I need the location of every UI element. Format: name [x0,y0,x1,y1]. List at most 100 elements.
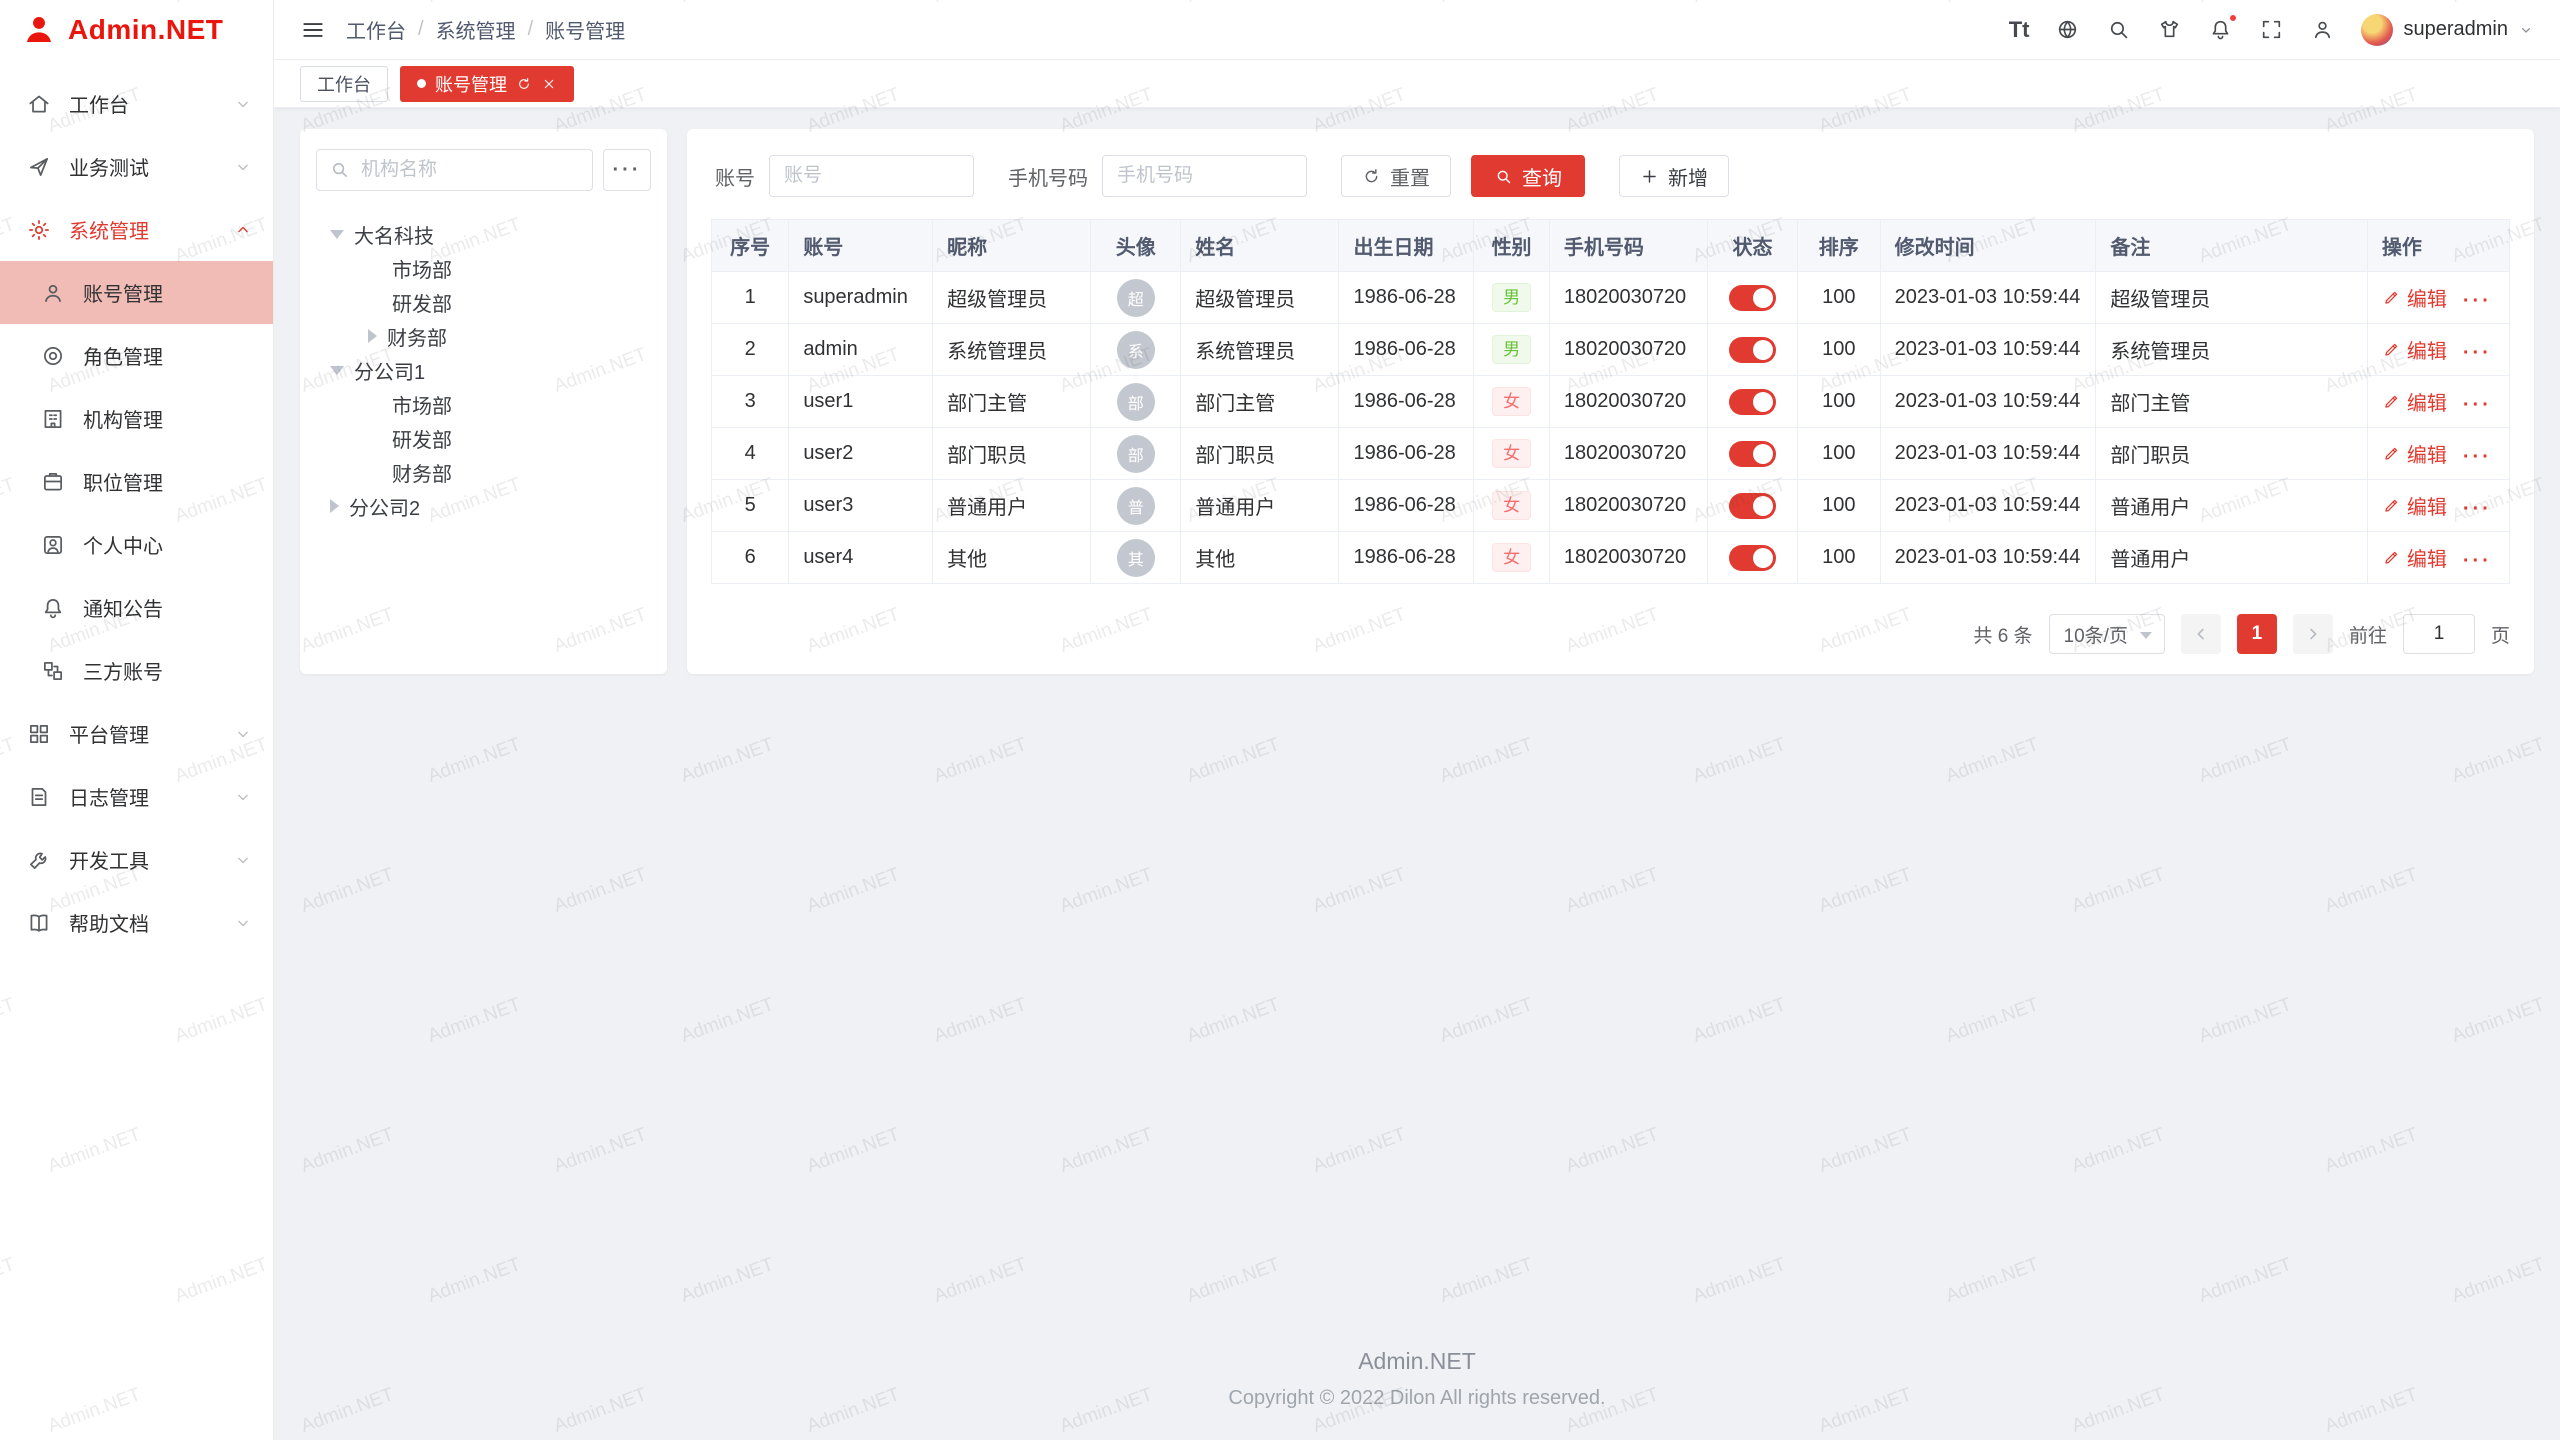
edit-button[interactable]: 编辑 [2382,283,2447,312]
sidebar-item-通知公告[interactable]: 通知公告 [0,576,273,639]
notification-icon[interactable] [2208,17,2233,42]
edit-button[interactable]: 编辑 [2382,439,2447,468]
edit-button[interactable]: 编辑 [2382,335,2447,364]
gender-tag: 女 [1492,439,1531,468]
status-toggle[interactable] [1729,285,1776,311]
column-header-账号: 账号 [789,220,933,272]
status-toggle[interactable] [1729,493,1776,519]
fullscreen-icon[interactable] [2259,17,2284,42]
tree-node-市场部[interactable]: 市场部 [316,387,651,421]
goto-page-input[interactable] [2403,614,2475,654]
cell-modified: 2023-01-03 10:59:44 [1880,272,2096,324]
sidebar-item-三方账号[interactable]: 三方账号 [0,639,273,702]
chevron-down-icon [233,724,253,744]
status-toggle[interactable] [1729,545,1776,571]
search-icon [1494,167,1513,186]
accounts-panel: 账号 手机号码 重置 查询 新增 [687,129,2534,674]
cell-avatar: 普 [1091,480,1181,532]
sidebar-item-帮助文档[interactable]: 帮助文档 [0,891,273,954]
sidebar-item-开发工具[interactable]: 开发工具 [0,828,273,891]
tree-caret-down[interactable] [330,366,344,375]
breadcrumb-item[interactable]: 账号管理 [545,15,625,44]
tags-bar: 工作台账号管理 [274,60,2560,108]
more-actions-button[interactable]: ··· [2463,498,2492,520]
cell-operations: 编辑 ··· [2367,532,2509,584]
org-search-input[interactable] [316,149,593,191]
status-toggle[interactable] [1729,389,1776,415]
status-toggle[interactable] [1729,441,1776,467]
sidebar-item-工作台[interactable]: 工作台 [0,72,273,135]
tree-node-财务部[interactable]: 财务部 [316,319,651,353]
tree-caret-right[interactable] [368,329,377,343]
current-page[interactable]: 1 [2237,614,2277,654]
sidebar-item-账号管理[interactable]: 账号管理 [0,261,273,324]
reset-button[interactable]: 重置 [1341,155,1451,197]
cell-modified: 2023-01-03 10:59:44 [1880,324,2096,376]
sidebar-item-角色管理[interactable]: 角色管理 [0,324,273,387]
tree-node-研发部[interactable]: 研发部 [316,285,651,319]
cell-phone: 18020030720 [1549,532,1707,584]
phone-filter-input[interactable] [1102,155,1307,197]
close-icon[interactable] [541,76,557,92]
sidebar-item-个人中心[interactable]: 个人中心 [0,513,273,576]
more-actions-button[interactable]: ··· [2463,342,2492,364]
edit-button[interactable]: 编辑 [2382,491,2447,520]
tree-node-财务部[interactable]: 财务部 [316,455,651,489]
tree-node-分公司1[interactable]: 分公司1 [316,353,651,387]
font-size-icon[interactable]: Tt [2009,19,2030,41]
cell-gender: 女 [1474,428,1550,480]
edit-button[interactable]: 编辑 [2382,543,2447,572]
breadcrumb-separator: / [528,18,534,41]
cell-sort: 100 [1797,428,1880,480]
user-menu[interactable]: superadmin [2361,14,2534,46]
username: superadmin [2403,18,2508,41]
sidebar-item-平台管理[interactable]: 平台管理 [0,702,273,765]
more-actions-button[interactable]: ··· [2463,550,2492,572]
sidebar-item-日志管理[interactable]: 日志管理 [0,765,273,828]
cell-nickname: 系统管理员 [933,324,1091,376]
page-size-select[interactable]: 10条/页 [2049,614,2165,654]
column-header-备注: 备注 [2096,220,2367,272]
more-actions-button[interactable]: ··· [2463,290,2492,312]
tab-工作台[interactable]: 工作台 [300,66,388,102]
breadcrumb-item[interactable]: 系统管理 [436,15,516,44]
filter-row: 账号 手机号码 重置 查询 新增 [711,149,2510,219]
search-button[interactable]: 查询 [1471,155,1585,197]
tree-node-研发部[interactable]: 研发部 [316,421,651,455]
sidebar-item-业务测试[interactable]: 业务测试 [0,135,273,198]
tab-账号管理[interactable]: 账号管理 [400,66,574,102]
column-header-序号: 序号 [712,220,789,272]
status-toggle[interactable] [1729,337,1776,363]
table-row: 1superadmin超级管理员超超级管理员1986-06-28男1802003… [712,272,2510,324]
chevron-down-icon [2518,22,2534,38]
sidebar-item-机构管理[interactable]: 机构管理 [0,387,273,450]
hamburger-icon[interactable] [300,17,326,43]
more-actions-button[interactable]: ··· [2463,446,2492,468]
refresh-icon[interactable] [516,76,532,92]
next-page-button[interactable] [2293,614,2333,654]
prev-page-button[interactable] [2181,614,2221,654]
sidebar-item-系统管理[interactable]: 系统管理 [0,198,273,261]
theme-icon[interactable] [2157,17,2182,42]
language-icon[interactable] [2055,17,2080,42]
edit-button[interactable]: 编辑 [2382,387,2447,416]
tree-node-分公司2[interactable]: 分公司2 [316,489,651,523]
add-button[interactable]: 新增 [1619,155,1729,197]
tree-caret-down[interactable] [330,230,344,239]
column-header-状态: 状态 [1708,220,1798,272]
cell-name: 部门职员 [1181,428,1339,480]
tree-caret-right[interactable] [330,499,339,513]
tree-more-button[interactable]: ··· [603,149,651,191]
header-icon-group: Tt [2009,17,2336,42]
tree-node-大名科技[interactable]: 大名科技 [316,217,651,251]
sidebar-item-职位管理[interactable]: 职位管理 [0,450,273,513]
person-icon[interactable] [2310,17,2335,42]
account-filter-input[interactable] [769,155,974,197]
breadcrumb-item[interactable]: 工作台 [346,15,406,44]
cell-name: 系统管理员 [1181,324,1339,376]
cell-operations: 编辑 ··· [2367,272,2509,324]
tree-node-市场部[interactable]: 市场部 [316,251,651,285]
app-logo[interactable]: Admin.NET [0,0,273,60]
search-icon[interactable] [2106,17,2131,42]
more-actions-button[interactable]: ··· [2463,394,2492,416]
